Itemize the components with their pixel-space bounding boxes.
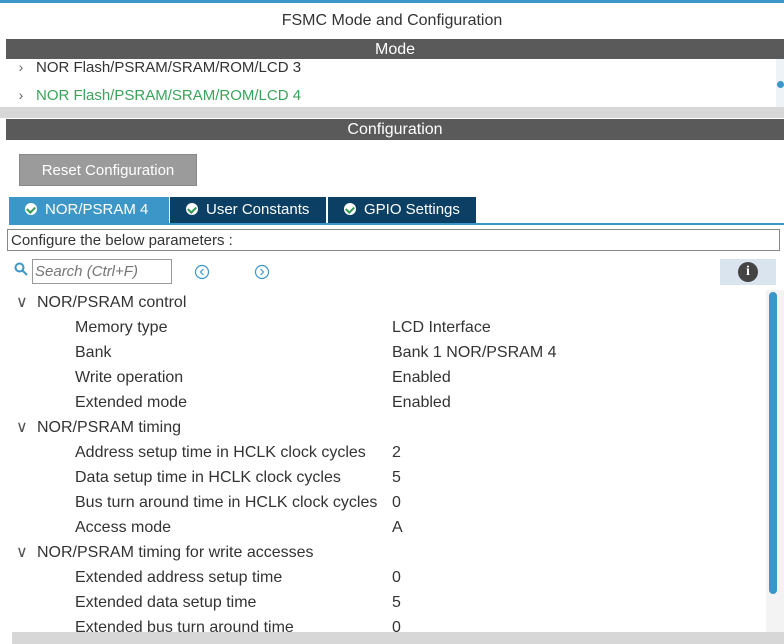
param-row[interactable]: Address setup time in HCLK clock cycles … xyxy=(0,440,766,465)
param-label: Memory type xyxy=(75,319,168,336)
param-label: Extended bus turn around time xyxy=(75,619,294,632)
param-value: 5 xyxy=(392,469,401,486)
param-value: 2 xyxy=(392,444,401,461)
arrow-right-circle-icon[interactable] xyxy=(254,264,270,280)
scroll-thumb[interactable] xyxy=(769,292,777,594)
param-row[interactable]: Extended address setup time 0 xyxy=(0,565,766,590)
mode-section-header: Mode xyxy=(6,39,784,60)
tab-label: NOR/PSRAM 4 xyxy=(45,201,149,218)
param-value: 0 xyxy=(392,569,401,586)
check-circle-icon xyxy=(186,203,198,215)
param-label: Bus turn around time in HCLK clock cycle… xyxy=(75,494,378,511)
tab-label: GPIO Settings xyxy=(364,201,460,218)
param-label: Data setup time in HCLK clock cycles xyxy=(75,469,341,486)
group-title: NOR/PSRAM timing xyxy=(37,419,182,436)
info-icon: i xyxy=(738,262,758,282)
parameter-tree: ∨ NOR/PSRAM control Memory type LCD Inte… xyxy=(0,290,766,632)
search-input[interactable] xyxy=(32,259,172,284)
param-row[interactable]: Access mode A xyxy=(0,515,766,540)
tree-group-nor-psram-control[interactable]: ∨ NOR/PSRAM control xyxy=(0,290,766,315)
param-value: Enabled xyxy=(392,369,451,386)
param-value: Enabled xyxy=(392,394,451,411)
param-value: LCD Interface xyxy=(392,319,491,336)
check-circle-icon xyxy=(344,203,356,215)
param-row[interactable]: Extended data setup time 5 xyxy=(0,590,766,615)
search-icon[interactable] xyxy=(14,262,28,276)
parameters-caption: Configure the below parameters : xyxy=(7,229,780,251)
chevron-down-icon[interactable]: ∨ xyxy=(16,290,30,315)
param-row[interactable]: Write operation Enabled xyxy=(0,365,766,390)
param-value: 0 xyxy=(392,494,401,511)
tab-nor-psram-4[interactable]: NOR/PSRAM 4 xyxy=(9,197,169,223)
tree-group-nor-psram-timing-write[interactable]: ∨ NOR/PSRAM timing for write accesses xyxy=(0,540,766,565)
param-row[interactable]: Extended mode Enabled xyxy=(0,390,766,415)
param-label: Address setup time in HCLK clock cycles xyxy=(75,444,366,461)
tab-label: User Constants xyxy=(206,201,310,218)
tree-scrollbar[interactable] xyxy=(766,290,784,632)
check-circle-icon xyxy=(25,203,37,215)
tab-gpio-settings[interactable]: GPIO Settings xyxy=(327,197,476,223)
param-row[interactable]: Memory type LCD Interface xyxy=(0,315,766,340)
divider xyxy=(0,107,784,118)
horizontal-scrollbar[interactable] xyxy=(12,632,784,644)
param-value: 5 xyxy=(392,594,401,611)
param-label: Extended mode xyxy=(75,394,188,411)
tab-user-constants[interactable]: User Constants xyxy=(169,197,326,223)
configuration-section-header: Configuration xyxy=(6,119,784,140)
mode-item-label: NOR Flash/PSRAM/SRAM/ROM/LCD 3 xyxy=(36,59,302,76)
param-row[interactable]: Extended bus turn around time 0 xyxy=(0,615,766,632)
mode-item-lcd4[interactable]: › NOR Flash/PSRAM/SRAM/ROM/LCD 4 xyxy=(6,83,301,107)
mode-list: › NOR Flash/PSRAM/SRAM/ROM/LCD 3 › NOR Fla… xyxy=(6,59,776,107)
param-value: Bank 1 NOR/PSRAM 4 xyxy=(392,344,557,361)
scroll-thumb[interactable] xyxy=(777,81,784,88)
param-row[interactable]: Data setup time in HCLK clock cycles 5 xyxy=(0,465,766,490)
param-value: A xyxy=(392,519,403,536)
tree-group-nor-psram-timing[interactable]: ∨ NOR/PSRAM timing xyxy=(0,415,766,440)
chevron-down-icon[interactable]: ∨ xyxy=(16,540,30,565)
window-title: FSMC Mode and Configuration xyxy=(281,12,503,29)
mode-scrollbar[interactable] xyxy=(776,59,784,107)
arrow-left-circle-icon[interactable] xyxy=(194,264,210,280)
info-button[interactable]: i xyxy=(720,259,776,285)
group-title: NOR/PSRAM control xyxy=(37,294,187,311)
chevron-right-icon[interactable]: › xyxy=(6,59,36,79)
chevron-right-icon[interactable]: › xyxy=(6,83,36,107)
mode-item-label: NOR Flash/PSRAM/SRAM/ROM/LCD 4 xyxy=(36,87,302,104)
tab-underline xyxy=(9,223,784,225)
chevron-down-icon[interactable]: ∨ xyxy=(16,415,30,440)
group-title: NOR/PSRAM timing for write accesses xyxy=(37,544,314,561)
param-row[interactable]: Bank Bank 1 NOR/PSRAM 4 xyxy=(0,340,766,365)
param-label: Bank xyxy=(75,344,112,361)
param-label: Extended data setup time xyxy=(75,594,257,611)
mode-item-lcd3[interactable]: › NOR Flash/PSRAM/SRAM/ROM/LCD 3 xyxy=(6,59,301,79)
param-value: 0 xyxy=(392,619,401,632)
reset-configuration-button[interactable]: Reset Configuration xyxy=(19,154,197,186)
param-label: Write operation xyxy=(75,369,184,386)
param-label: Extended address setup time xyxy=(75,569,283,586)
param-label: Access mode xyxy=(75,519,172,536)
param-row[interactable]: Bus turn around time in HCLK clock cycle… xyxy=(0,490,766,515)
